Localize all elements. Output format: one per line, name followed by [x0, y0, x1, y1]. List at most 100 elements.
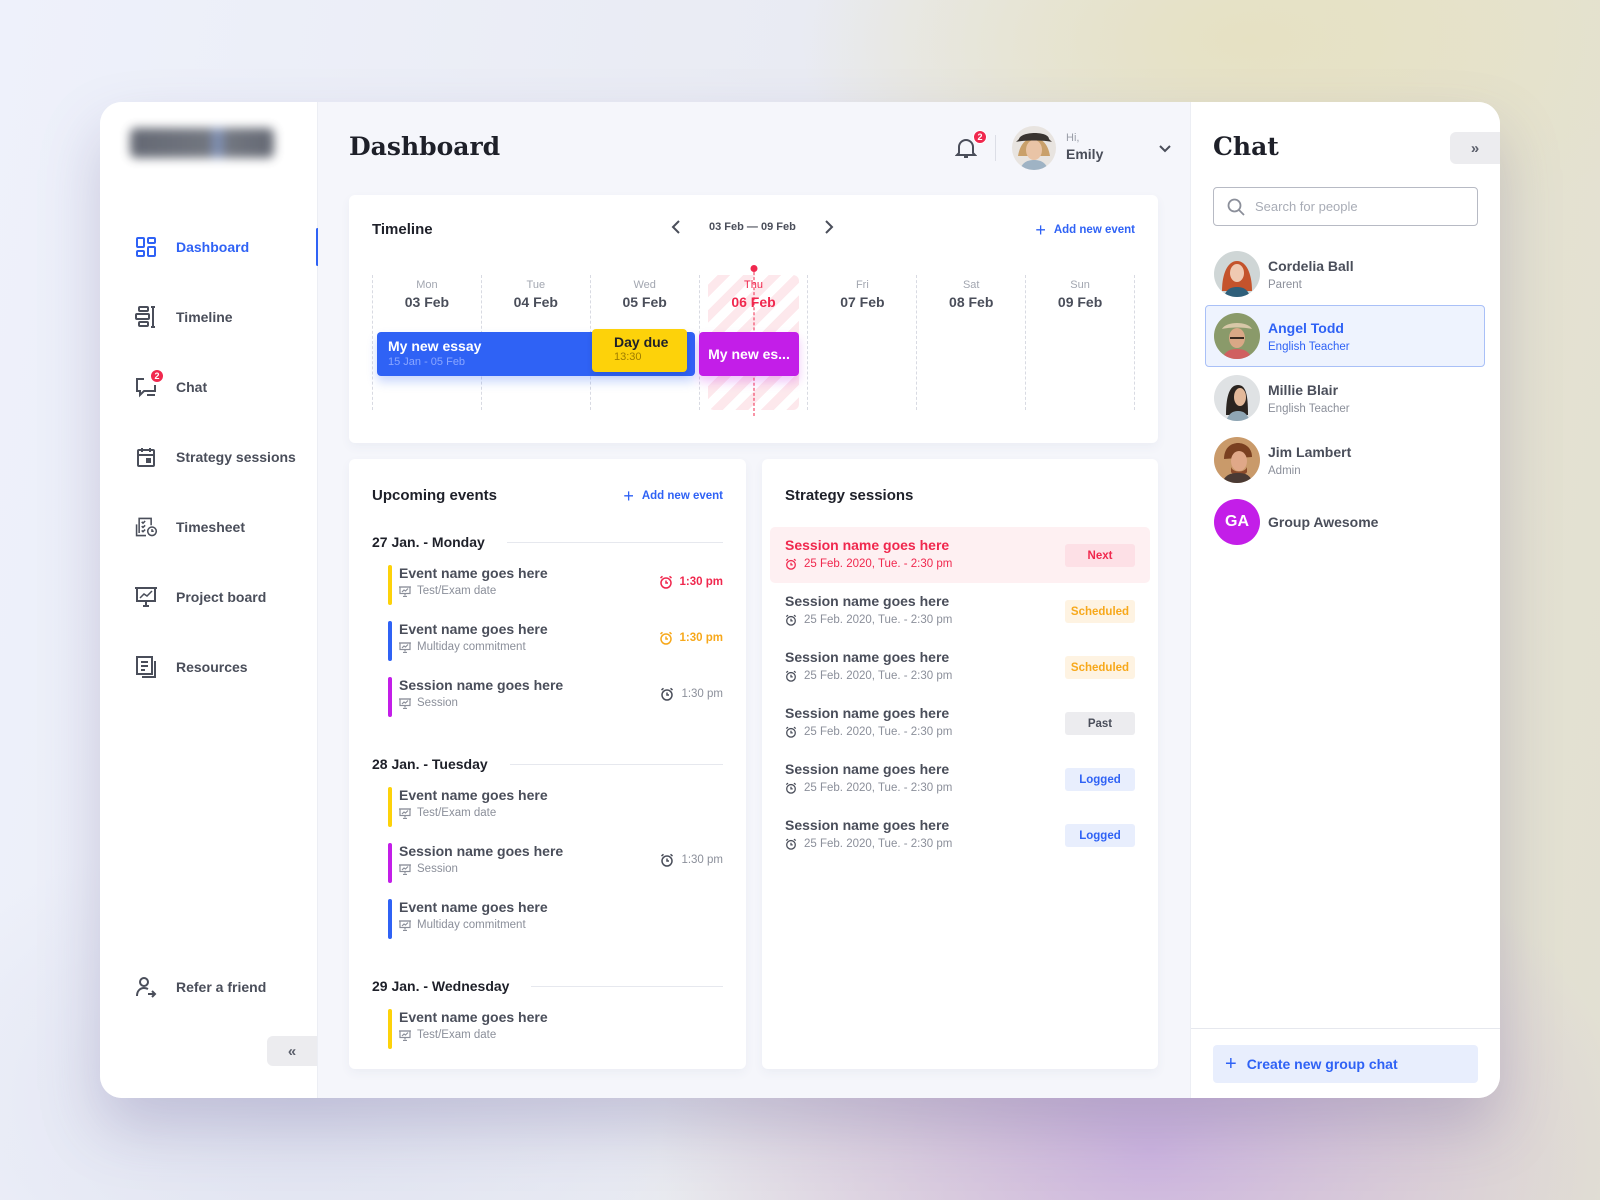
sidebar-item-chat[interactable]: 2 Chat: [100, 352, 318, 422]
day-date: 06 Feb: [731, 294, 776, 310]
logo[interactable]: [130, 128, 274, 158]
event-group-header: 29 Jan. - Wednesday: [372, 973, 723, 999]
upcoming-events-card: Upcoming events + Add new event 27 Jan. …: [349, 459, 746, 1069]
notifications-badge: 2: [973, 130, 987, 144]
session-item[interactable]: Session name goes here 25 Feb. 2020, Tue.…: [770, 583, 1150, 639]
header-divider: [995, 135, 996, 161]
presentation-icon: [399, 919, 411, 931]
event-name: Event name goes here: [399, 1009, 548, 1025]
session-item[interactable]: Session name goes here 25 Feb. 2020, Tue.…: [770, 807, 1150, 863]
person-item[interactable]: Millie Blair English Teacher: [1205, 367, 1485, 429]
create-group-chat-label: Create new group chat: [1246, 1056, 1398, 1072]
chat-footer: + Create new group chat: [1191, 1028, 1500, 1098]
event-group-date: 27 Jan. - Monday: [372, 534, 485, 550]
timeline-event-purple[interactable]: My new es...: [699, 332, 799, 376]
sidebar-nav: Dashboard Timeline 2 Chat Strategy sessi…: [100, 212, 319, 702]
alarm-icon: [659, 631, 673, 645]
event-item[interactable]: Event name goes here Multiday commitment: [372, 897, 723, 953]
event-name: Event name goes here: [399, 787, 548, 803]
person-role: English Teacher: [1268, 402, 1350, 415]
collapse-chat-button[interactable]: »: [1450, 132, 1500, 164]
session-status-badge: Scheduled: [1065, 600, 1135, 623]
plus-icon: +: [1035, 220, 1046, 240]
event-group-date: 28 Jan. - Tuesday: [372, 756, 488, 772]
prev-week-button[interactable]: [669, 219, 683, 235]
timeline-day[interactable]: Sun 09 Feb: [1025, 275, 1136, 410]
session-date-label: 25 Feb. 2020, Tue. - 2:30 pm: [804, 670, 953, 682]
day-date: 05 Feb: [622, 294, 667, 310]
strategy-sessions-title: Strategy sessions: [785, 487, 914, 504]
timeline-event-day-due[interactable]: Day due 13:30: [592, 329, 687, 372]
presentation-icon: [399, 697, 411, 709]
upcoming-add-event-button[interactable]: + Add new event: [623, 487, 723, 505]
sidebar-item-refer-a-friend[interactable]: Refer a friend: [100, 952, 318, 1022]
session-item[interactable]: Session name goes here 25 Feb. 2020, Tue.…: [770, 527, 1150, 583]
session-item[interactable]: Session name goes here 25 Feb. 2020, Tue.…: [770, 695, 1150, 751]
person-item-selected[interactable]: Angel Todd English Teacher: [1205, 305, 1485, 367]
event-kind-label: Test/Exam date: [417, 585, 497, 597]
timeline-range-nav: 03 Feb — 09 Feb: [669, 219, 836, 235]
sidebar-item-resources[interactable]: Resources: [100, 632, 318, 702]
sidebar-item-project-board[interactable]: Project board: [100, 562, 318, 632]
avatar: [1214, 375, 1260, 421]
event-item[interactable]: Event name goes here Test/Exam date 1:30 p…: [372, 563, 723, 619]
event-kind-label: Test/Exam date: [417, 1029, 497, 1041]
person-name: Jim Lambert: [1268, 443, 1352, 460]
timeline-day[interactable]: Fri 07 Feb: [807, 275, 916, 410]
user-avatar[interactable]: [1012, 126, 1056, 170]
session-item[interactable]: Session name goes here 25 Feb. 2020, Tue.…: [770, 751, 1150, 807]
event-time-label: 1:30 pm: [681, 854, 723, 866]
group-avatar: GA: [1214, 499, 1260, 545]
person-item-group[interactable]: GA Group Awesome: [1205, 491, 1485, 553]
session-status-badge: Next: [1065, 544, 1135, 567]
person-item[interactable]: Cordelia Ball Parent: [1205, 243, 1485, 305]
timeline-day[interactable]: Sat 08 Feb: [916, 275, 1025, 410]
chat-panel: Chat » Cordelia Ball Parent Angel Todd Eng…: [1190, 102, 1500, 1098]
person-name: Angel Todd: [1268, 319, 1344, 336]
event-item[interactable]: Event name goes here Test/Exam date: [372, 785, 723, 841]
plus-icon: +: [623, 486, 634, 506]
event-group-header: 28 Jan. - Tuesday: [372, 751, 723, 777]
session-item[interactable]: Session name goes here 25 Feb. 2020, Tue.…: [770, 639, 1150, 695]
event-time-label: 1:30 pm: [679, 632, 723, 644]
event-name: Event name goes here: [399, 899, 548, 915]
timeline-add-event-button[interactable]: + Add new event: [1035, 221, 1135, 239]
event-kind: Test/Exam date: [399, 807, 723, 819]
event-group-header: 27 Jan. - Monday: [372, 529, 723, 555]
presentation-icon: [399, 863, 411, 875]
collapse-sidebar-button[interactable]: «: [267, 1036, 317, 1066]
alarm-icon: [660, 687, 674, 701]
chevron-down-icon[interactable]: [1158, 141, 1172, 155]
refer-user-icon: [134, 975, 158, 999]
sidebar-item-dashboard[interactable]: Dashboard: [100, 212, 319, 282]
session-status-badge: Logged: [1065, 824, 1135, 847]
search-input[interactable]: [1255, 199, 1455, 214]
create-group-chat-button[interactable]: + Create new group chat: [1213, 1045, 1478, 1083]
event-color-bar: [388, 677, 392, 717]
app-window: Dashboard Timeline 2 Chat Strategy sessi…: [100, 102, 1500, 1098]
event-color-bar: [388, 843, 392, 883]
sidebar-item-label: Refer a friend: [176, 979, 267, 995]
presentation-icon: [399, 641, 411, 653]
event-item[interactable]: Event name goes here Test/Exam date: [372, 1007, 723, 1063]
search-icon: [1227, 198, 1245, 216]
session-status-badge: Past: [1065, 712, 1135, 735]
day-of-week: Tue: [526, 279, 546, 291]
sidebar-item-timesheet[interactable]: Timesheet: [100, 492, 318, 562]
sidebar-item-label: Chat: [176, 379, 208, 395]
event-group: 27 Jan. - Monday Event name goes here Test…: [372, 529, 723, 731]
event-item[interactable]: Session name goes here Session 1:30 pm: [372, 841, 723, 897]
day-of-week: Sun: [1070, 279, 1090, 291]
strategy-sessions-list: Session name goes here 25 Feb. 2020, Tue.…: [770, 527, 1150, 863]
add-event-label: Add new event: [641, 490, 723, 502]
event-kind: Multiday commitment: [399, 919, 723, 931]
notifications-button[interactable]: 2: [955, 130, 987, 160]
event-kind-label: Multiday commitment: [417, 919, 526, 931]
sidebar-item-strategy-sessions[interactable]: Strategy sessions: [100, 422, 318, 492]
day-date: 08 Feb: [949, 294, 994, 310]
event-item[interactable]: Event name goes here Multiday commitment 1…: [372, 619, 723, 675]
person-item[interactable]: Jim Lambert Admin: [1205, 429, 1485, 491]
next-week-button[interactable]: [822, 219, 836, 235]
event-item[interactable]: Session name goes here Session 1:30 pm: [372, 675, 723, 731]
sidebar-item-timeline[interactable]: Timeline: [100, 282, 318, 352]
